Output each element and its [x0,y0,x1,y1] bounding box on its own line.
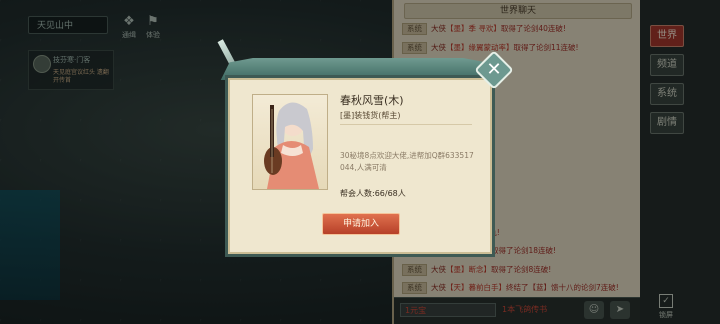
modal-body: 春秋风雪(木) [墨]装钱货(帮主) 30秘境8点欢迎大佬,进帮加Q群63351… [228,78,492,254]
guild-notice: 30秘境8点欢迎大佬,进帮加Q群633517044,人满可清 [340,151,474,172]
close-icon: ✕ [486,59,502,80]
guild-info-modal: 春秋风雪(木) [墨]装钱货(帮主) 30秘境8点欢迎大佬,进帮加Q群63351… [217,39,514,254]
modal-roof-ornament [220,58,496,80]
divider [340,124,472,125]
portrait-illustration [264,102,319,189]
guild-name: 春秋风雪(木) [340,94,404,107]
member-count: 帮会人数:66/68人 [340,189,406,198]
guild-leader-portrait [252,94,328,190]
apply-join-button[interactable]: 申请加入 [322,213,400,235]
guild-leader: [墨]装钱货(帮主) [340,111,401,120]
